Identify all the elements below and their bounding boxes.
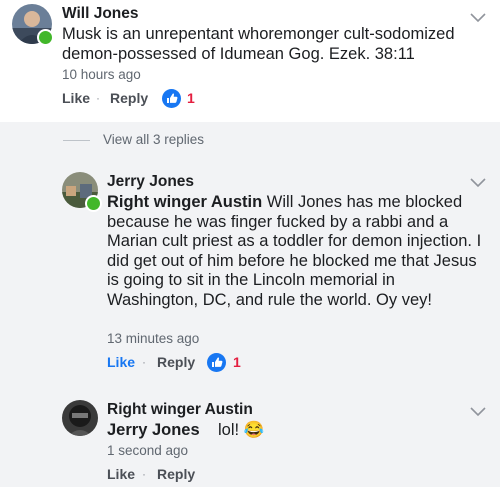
reply-button[interactable]: Reply [157,466,195,482]
separator-dot: · [142,355,146,369]
separator-dot: · [142,467,146,481]
reply-author[interactable]: Right winger Austin [107,401,253,419]
thumbs-up-icon[interactable] [162,89,181,108]
online-status-icon [85,195,102,212]
laughing-emoji: 😂 [243,421,265,439]
chevron-down-icon[interactable] [470,404,486,422]
reply-text: Right winger Austin Will Jones has me bl… [107,193,482,310]
avatar-right-winger-austin[interactable] [62,400,98,436]
replies-divider [63,140,90,141]
comment-text: Musk is an unrepentant whoremonger cult-… [62,25,455,63]
reply-timestamp: 13 minutes ago [107,331,200,346]
reaction-count[interactable]: 1 [233,354,241,370]
mention-tag[interactable]: Jerry Jones [107,421,200,439]
like-button[interactable]: Like [62,90,90,106]
reply-button[interactable]: Reply [110,90,148,106]
reply-body: lol! [218,421,240,439]
reply-button[interactable]: Reply [157,354,195,370]
mention-tag[interactable]: Right winger Austin [107,193,262,211]
reply-timestamp: 1 second ago [107,443,189,458]
reply-text: Jerry Jones lol! 😂 [107,421,457,441]
comment-author[interactable]: Will Jones [62,5,139,23]
separator-dot: · [96,91,100,105]
view-all-replies-link[interactable]: View all 3 replies [103,132,204,147]
like-button[interactable]: Like [107,466,135,482]
chevron-down-icon[interactable] [470,10,486,28]
comment-timestamp: 10 hours ago [62,67,141,82]
like-button[interactable]: Like [107,354,135,370]
reaction-count[interactable]: 1 [187,90,195,106]
reply-author[interactable]: Jerry Jones [107,173,194,191]
chevron-down-icon[interactable] [470,175,486,193]
online-status-icon [37,29,54,46]
thumbs-up-icon[interactable] [207,353,226,372]
